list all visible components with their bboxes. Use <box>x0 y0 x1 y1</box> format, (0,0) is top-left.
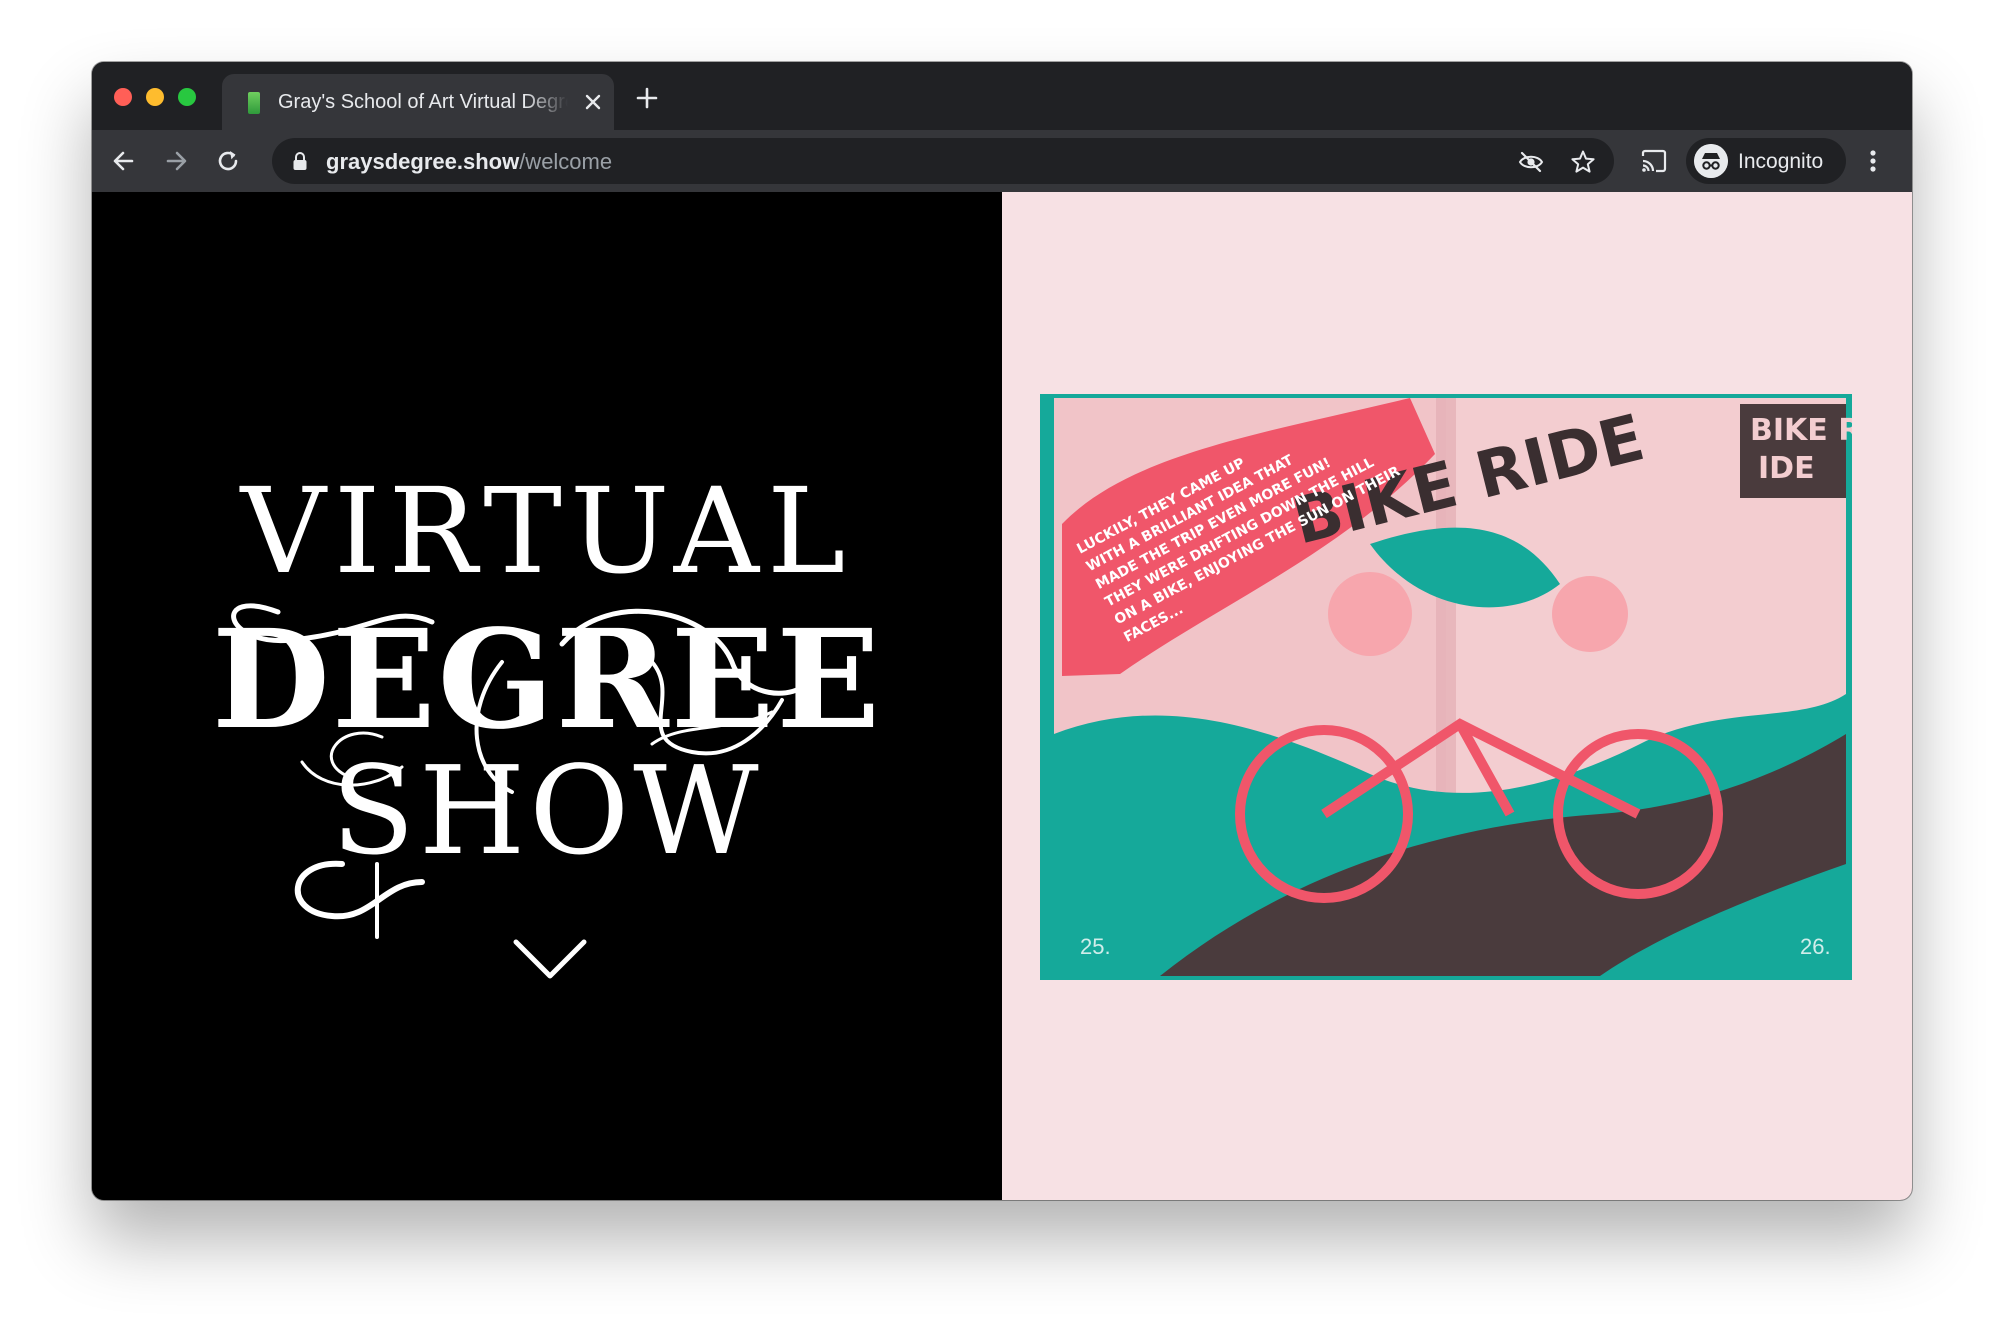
page-viewport: VIRTUAL DEGREE SHOW 25. 26. BIKE RIDE BI… <box>92 192 1912 1200</box>
close-window-button[interactable] <box>114 88 132 106</box>
hero-artwork-panel: 25. 26. BIKE RIDE BIKE R IDE LUCKILY, TH… <box>1002 192 1912 1200</box>
artwork-corner-label-1: BIKE R <box>1750 413 1852 448</box>
hero-title-line-2: DEGREE <box>211 600 883 760</box>
arrow-right-icon[interactable] <box>162 147 190 175</box>
hero-title-line-1: VIRTUAL <box>240 462 854 600</box>
chevron-down-icon[interactable] <box>512 934 588 984</box>
lock-icon[interactable] <box>292 151 308 171</box>
page-number-right: 26. <box>1800 934 1831 959</box>
plus-icon[interactable] <box>635 86 659 110</box>
tab-title: Gray's School of Art Virtual Degree Show <box>278 91 568 113</box>
eye-off-icon[interactable] <box>1518 149 1544 175</box>
reload-icon[interactable] <box>214 147 242 175</box>
profile-label: Incognito <box>1738 150 1824 173</box>
incognito-icon <box>1694 144 1728 178</box>
profile-button[interactable]: Incognito <box>1686 138 1846 184</box>
browser-toolbar: graysdegree.show/welcome Incognito <box>92 130 1912 192</box>
more-vertical-icon[interactable] <box>1864 147 1882 175</box>
arrow-left-icon[interactable] <box>110 147 138 175</box>
star-icon[interactable] <box>1570 149 1596 175</box>
page-number-left: 25. <box>1080 934 1111 959</box>
address-bar[interactable]: graysdegree.show/welcome <box>272 138 1614 184</box>
url-path: /welcome <box>519 149 613 174</box>
tab-strip: Gray's School of Art Virtual Degree Show <box>92 62 1912 130</box>
hero-title-panel: VIRTUAL DEGREE SHOW <box>92 192 1002 1200</box>
close-icon[interactable] <box>582 91 604 113</box>
url-text: graysdegree.show/welcome <box>326 149 612 175</box>
site-favicon-icon <box>248 92 260 114</box>
maximize-window-button[interactable] <box>178 88 196 106</box>
tab-grays-degree-show[interactable]: Gray's School of Art Virtual Degree Show <box>222 74 614 130</box>
url-host: graysdegree.show <box>326 149 520 174</box>
artwork-corner-label-2: IDE <box>1758 451 1815 486</box>
cast-icon[interactable] <box>1640 147 1668 175</box>
book-illustration-image: 25. 26. BIKE RIDE BIKE R IDE LUCKILY, TH… <box>1040 394 1852 980</box>
hero-title: VIRTUAL DEGREE SHOW <box>92 192 1002 1200</box>
minimize-window-button[interactable] <box>146 88 164 106</box>
browser-window: Gray's School of Art Virtual Degree Show… <box>92 62 1912 1200</box>
hero-title-line-3: SHOW <box>331 740 763 882</box>
